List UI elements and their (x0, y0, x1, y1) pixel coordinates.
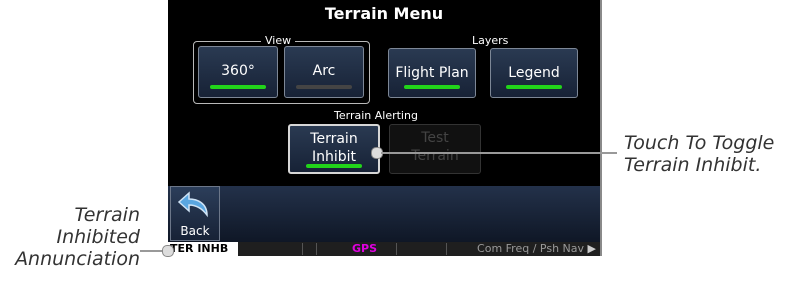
status-divider (316, 243, 317, 255)
legend-button[interactable]: Legend (490, 48, 578, 98)
view-arc-indicator (296, 85, 352, 89)
status-divider (396, 243, 397, 255)
view-arc-label: Arc (312, 63, 336, 79)
callout-line-terrain-inhibit (381, 152, 617, 154)
test-terrain-button[interactable]: Test Terrain (389, 124, 481, 174)
test-terrain-label-line1: Test (421, 130, 449, 146)
callout-touch-toggle-line2: Terrain Inhibit. (624, 154, 762, 176)
terrain-inhibit-indicator (306, 164, 362, 168)
back-arrow-icon (177, 191, 208, 218)
flight-plan-button[interactable]: Flight Plan (388, 48, 476, 98)
legend-label: Legend (508, 65, 560, 81)
legend-indicator (506, 85, 562, 89)
status-divider (446, 243, 447, 255)
com-freq-arrow-icon: ▶ (587, 242, 596, 255)
back-button[interactable]: Back (170, 186, 220, 241)
status-divider (302, 243, 303, 255)
com-freq-status[interactable]: Com Freq / Psh Nav ▶ (456, 242, 596, 256)
test-terrain-label: Test Terrain (390, 129, 480, 165)
gps-status: GPS (352, 242, 378, 255)
bottom-bar (168, 186, 600, 242)
alerting-group-label: Terrain Alerting (330, 109, 422, 122)
page-title: Terrain Menu (324, 4, 444, 23)
flight-plan-indicator (404, 85, 460, 89)
com-freq-label: Com Freq / Psh Nav (477, 242, 585, 255)
terrain-inhibit-label-line2: Inhibit (311, 149, 357, 165)
layers-group-label: Layers (468, 34, 513, 47)
callout-annunciation: Terrain Inhibited Annunciation (10, 204, 140, 270)
terrain-inhibit-label: Terrain Inhibit (290, 130, 378, 166)
callout-annun-line2: Inhibited (56, 226, 140, 248)
view-360-label: 360° (221, 63, 255, 79)
callout-touch-toggle-line1: Touch To Toggle (624, 132, 775, 154)
flight-plan-label: Flight Plan (395, 65, 469, 81)
callout-touch-toggle: Touch To Toggle Terrain Inhibit. (624, 132, 774, 176)
terrain-inhibit-button[interactable]: Terrain Inhibit (288, 124, 380, 174)
terrain-menu-screen: Terrain Menu View 360° Arc Layers Flight… (168, 0, 602, 256)
view-360-indicator (210, 85, 266, 89)
callout-dot-annunciation (162, 245, 174, 257)
terrain-inhibit-annunciation: TER INHB (168, 242, 238, 256)
callout-annun-line3: Annunciation (15, 248, 140, 270)
back-label: Back (180, 224, 210, 238)
callout-annun-line1: Terrain (74, 204, 140, 226)
view-360-button[interactable]: 360° (198, 46, 278, 98)
test-terrain-label-line2: Terrain (411, 148, 459, 164)
view-arc-button[interactable]: Arc (284, 46, 364, 98)
terrain-inhibit-label-line1: Terrain (310, 131, 358, 147)
status-bar: TER INHB GPS Com Freq / Psh Nav ▶ (168, 242, 600, 256)
